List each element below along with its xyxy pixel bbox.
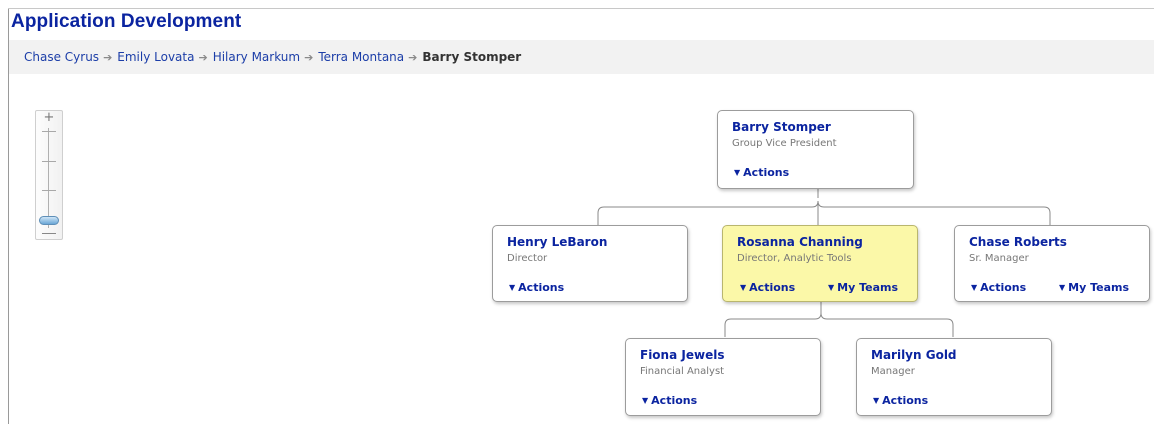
caret-down-icon: ▼ xyxy=(971,283,978,292)
org-card-fiona-jewels[interactable]: Fiona Jewels Financial Analyst ▼ Actions xyxy=(625,338,821,416)
person-name[interactable]: Henry LeBaron xyxy=(507,235,607,249)
caret-down-icon: ▼ xyxy=(828,283,835,292)
caret-down-icon: ▼ xyxy=(642,396,649,405)
person-title: Financial Analyst xyxy=(640,366,725,377)
actions-menu[interactable]: ▼ Actions xyxy=(642,394,697,407)
person-name[interactable]: Chase Roberts xyxy=(969,235,1067,249)
org-card-chase-roberts[interactable]: Chase Roberts Sr. Manager ▼ Actions ▼ My T… xyxy=(954,225,1150,302)
caret-down-icon: ▼ xyxy=(509,283,516,292)
person-title: Group Vice President xyxy=(732,138,837,149)
actions-menu[interactable]: ▼ Actions xyxy=(971,281,1026,294)
org-card-henry-lebaron[interactable]: Henry LeBaron Director ▼ Actions xyxy=(492,225,688,302)
org-card-rosanna-channing[interactable]: Rosanna Channing Director, Analytic Tool… xyxy=(722,225,918,302)
person-name[interactable]: Fiona Jewels xyxy=(640,348,724,362)
org-card-barry-stomper[interactable]: Barry Stomper Group Vice President ▼ Acti… xyxy=(717,110,914,189)
actions-menu[interactable]: ▼ Actions xyxy=(509,281,564,294)
actions-menu[interactable]: ▼ Actions xyxy=(734,166,789,179)
person-title: Director xyxy=(507,253,548,264)
caret-down-icon: ▼ xyxy=(1059,283,1066,292)
actions-menu[interactable]: ▼ Actions xyxy=(740,281,795,294)
caret-down-icon: ▼ xyxy=(734,168,741,177)
my-teams-menu[interactable]: ▼ My Teams xyxy=(828,281,898,294)
caret-down-icon: ▼ xyxy=(873,396,880,405)
actions-menu[interactable]: ▼ Actions xyxy=(873,394,928,407)
person-name[interactable]: Rosanna Channing xyxy=(737,235,863,249)
person-name[interactable]: Barry Stomper xyxy=(732,120,831,134)
person-title: Director, Analytic Tools xyxy=(737,253,852,264)
person-name[interactable]: Marilyn Gold xyxy=(871,348,957,362)
org-card-marilyn-gold[interactable]: Marilyn Gold Manager ▼ Actions xyxy=(856,338,1052,416)
person-title: Manager xyxy=(871,366,915,377)
my-teams-menu[interactable]: ▼ My Teams xyxy=(1059,281,1129,294)
person-title: Sr. Manager xyxy=(969,253,1029,264)
caret-down-icon: ▼ xyxy=(740,283,747,292)
